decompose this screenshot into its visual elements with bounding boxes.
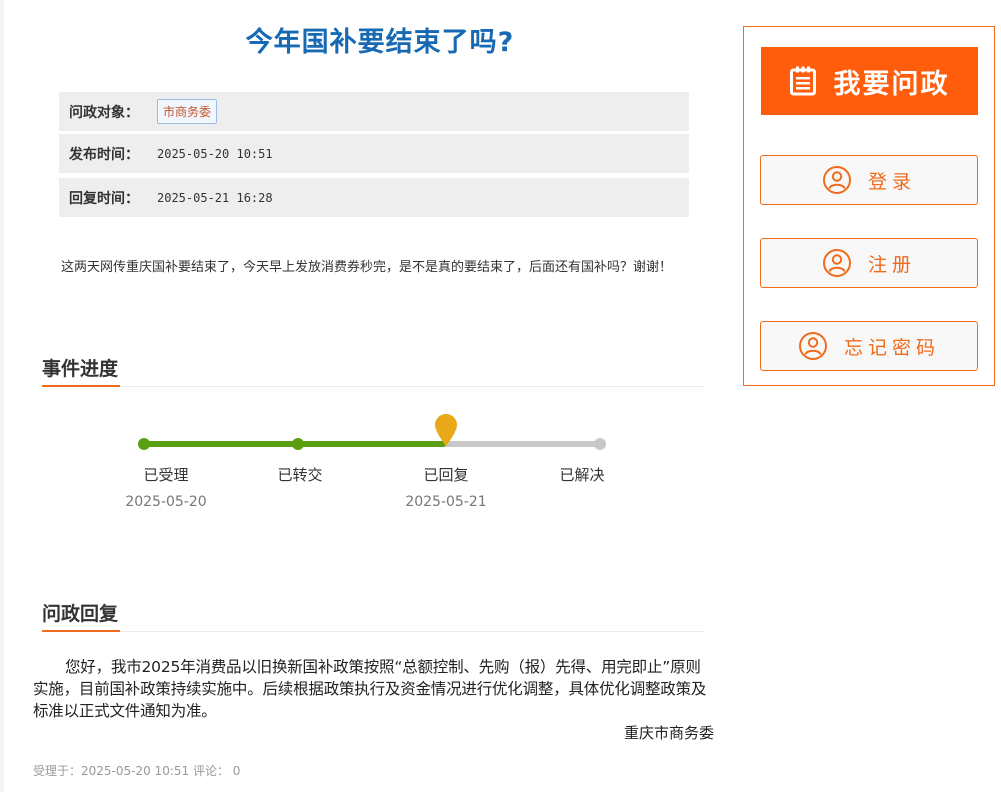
current-step-pin-icon [435, 414, 457, 446]
step-dot-accepted [138, 438, 150, 450]
ask-question-label: 我要问政 [833, 68, 950, 100]
meta-row-replied: 回复时间： 2025-05-21 16:28 [59, 178, 689, 217]
step-label-transferred: 已转交 [277, 466, 323, 484]
ask-question-button[interactable]: 我要问政 [761, 47, 978, 115]
reply-heading: 问政回复 [42, 599, 121, 632]
sidebar-panel: 我要问政 登录 注册 忘记密码 [743, 26, 995, 386]
footer-meta: 受理于：2025-05-20 10:51 评论： 0 [33, 764, 241, 778]
forgot-password-label: 忘记密码 [843, 336, 940, 359]
progress-section-header: 事件进度 [42, 354, 704, 387]
step-label-resolved: 已解决 [559, 466, 605, 484]
user-icon [822, 166, 851, 194]
notepad-icon [789, 66, 816, 96]
register-label: 注册 [867, 253, 916, 276]
reply-section-header: 问政回复 [42, 599, 704, 632]
step-dot-resolved [594, 438, 606, 450]
published-time: 2025-05-20 10:51 [157, 146, 273, 161]
login-label: 登录 [867, 170, 916, 193]
user-icon [798, 332, 827, 360]
step-date-accepted: 2025-05-20 [125, 494, 207, 510]
reply-signer: 重庆市商务委 [623, 724, 714, 742]
department-tag[interactable]: 市商务委 [157, 99, 218, 124]
left-edge-strip [0, 0, 4, 792]
meta-label-target: 问政对象： [69, 104, 139, 121]
user-icon [822, 249, 851, 277]
meta-label-published: 发布时间： [69, 146, 139, 163]
login-button[interactable]: 登录 [760, 155, 978, 205]
register-button[interactable]: 注册 [760, 238, 978, 288]
meta-label-replied: 回复时间： [69, 190, 139, 207]
step-label-replied: 已回复 [423, 466, 469, 484]
reply-time: 2025-05-21 16:28 [157, 190, 273, 205]
question-body: 这两天网传重庆国补要结束了，今天早上发放消费券秒完，是不是真的要结束了，后面还有… [61, 260, 673, 275]
progress-heading: 事件进度 [42, 354, 121, 387]
progress-tracker: 已受理 已转交 已回复 已解决 2025-05-20 2025-05-21 [100, 410, 660, 520]
forgot-password-button[interactable]: 忘记密码 [760, 321, 978, 371]
step-dot-transferred [292, 438, 304, 450]
meta-row-target: 问政对象： 市商务委 [59, 92, 689, 131]
meta-row-published: 发布时间： 2025-05-20 10:51 [59, 134, 689, 173]
step-date-replied: 2025-05-21 [405, 494, 487, 510]
reply-body: 您好，我市2025年消费品以旧换新国补政策按照“总额控制、先购（报）先得、用完即… [33, 658, 707, 720]
step-label-accepted: 已受理 [143, 466, 189, 484]
page-title: 今年国补要结束了吗? [245, 27, 515, 58]
